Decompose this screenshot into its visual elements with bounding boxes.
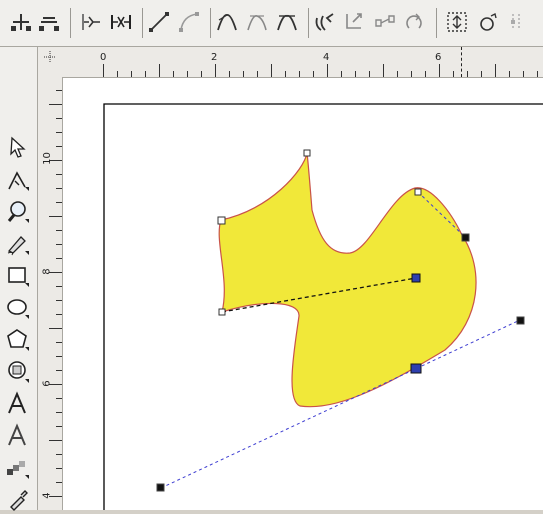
toolbar-separator <box>436 8 437 38</box>
control-point-handle[interactable] <box>516 316 525 325</box>
text-tool-icon[interactable] <box>4 389 32 419</box>
node-handle[interactable] <box>414 188 422 196</box>
rectangle-tool-icon[interactable] <box>4 261 32 291</box>
cusp-node-icon[interactable] <box>214 8 240 36</box>
stretch-scale-icon[interactable] <box>444 8 470 36</box>
zoom-tool-icon[interactable] <box>4 197 32 227</box>
node-handle[interactable] <box>217 216 226 225</box>
rotate-skew-icon[interactable] <box>476 8 502 36</box>
property-bar <box>0 0 543 47</box>
shape-tool-icon[interactable] <box>4 165 32 195</box>
toolbar-separator <box>210 8 211 38</box>
to-curve-icon[interactable] <box>176 8 202 36</box>
toolbar-separator <box>70 8 71 38</box>
freehand-tool-icon[interactable] <box>4 229 32 259</box>
delete-node-icon[interactable] <box>36 8 62 36</box>
horizontal-ruler-ticks <box>103 64 538 77</box>
drawing-area <box>103 103 543 510</box>
selected-node-handle[interactable] <box>410 363 422 374</box>
control-point-handle[interactable] <box>156 483 165 492</box>
extract-subpath-icon[interactable] <box>372 8 398 36</box>
hruler-label: 2 <box>211 52 218 63</box>
reverse-direction-icon[interactable] <box>312 8 338 36</box>
hruler-label: 4 <box>323 52 330 63</box>
pick-tool-icon[interactable] <box>4 133 32 163</box>
vertical-ruler[interactable]: 10 8 6 4 <box>38 77 63 510</box>
vruler-label: 4 <box>41 492 53 499</box>
auto-close-icon[interactable] <box>402 8 428 36</box>
hruler-label: 0 <box>100 52 107 63</box>
toolbar-separator <box>142 8 143 38</box>
to-line-icon[interactable] <box>146 8 172 36</box>
ruler-origin-icon <box>44 51 56 63</box>
join-nodes-icon[interactable] <box>78 8 104 36</box>
smooth-node-icon[interactable] <box>244 8 270 36</box>
text-tool-2-icon[interactable] <box>4 421 32 451</box>
basic-shapes-tool-icon[interactable] <box>4 357 32 387</box>
vertical-ruler-ticks <box>49 90 62 497</box>
toolbox <box>0 47 38 513</box>
symmetrical-node-icon[interactable] <box>274 8 300 36</box>
yellow-shape[interactable] <box>218 152 477 408</box>
vruler-label: 6 <box>41 380 53 387</box>
hruler-label: 6 <box>435 52 442 63</box>
add-node-icon[interactable] <box>8 8 34 36</box>
break-curve-icon[interactable] <box>108 8 134 36</box>
drawing-canvas[interactable] <box>63 78 543 510</box>
hruler-cursor-marker <box>461 47 462 77</box>
extend-curve-icon[interactable] <box>342 8 368 36</box>
ellipse-tool-icon[interactable] <box>4 293 32 323</box>
polygon-tool-icon[interactable] <box>4 325 32 355</box>
eyedropper-tool-icon[interactable] <box>4 483 32 513</box>
node-handle[interactable] <box>218 308 226 316</box>
interactive-blend-icon[interactable] <box>4 453 32 483</box>
vruler-label: 8 <box>41 268 53 275</box>
control-point-handle[interactable] <box>461 233 470 242</box>
ruler-origin-corner[interactable] <box>38 47 63 78</box>
selected-node-handle[interactable] <box>411 273 421 283</box>
align-nodes-icon[interactable] <box>506 8 532 36</box>
horizontal-ruler[interactable]: 0 2 4 6 <box>62 47 543 78</box>
toolbar-separator <box>308 8 309 38</box>
vruler-label: 10 <box>41 152 53 165</box>
node-handle[interactable] <box>303 149 311 157</box>
